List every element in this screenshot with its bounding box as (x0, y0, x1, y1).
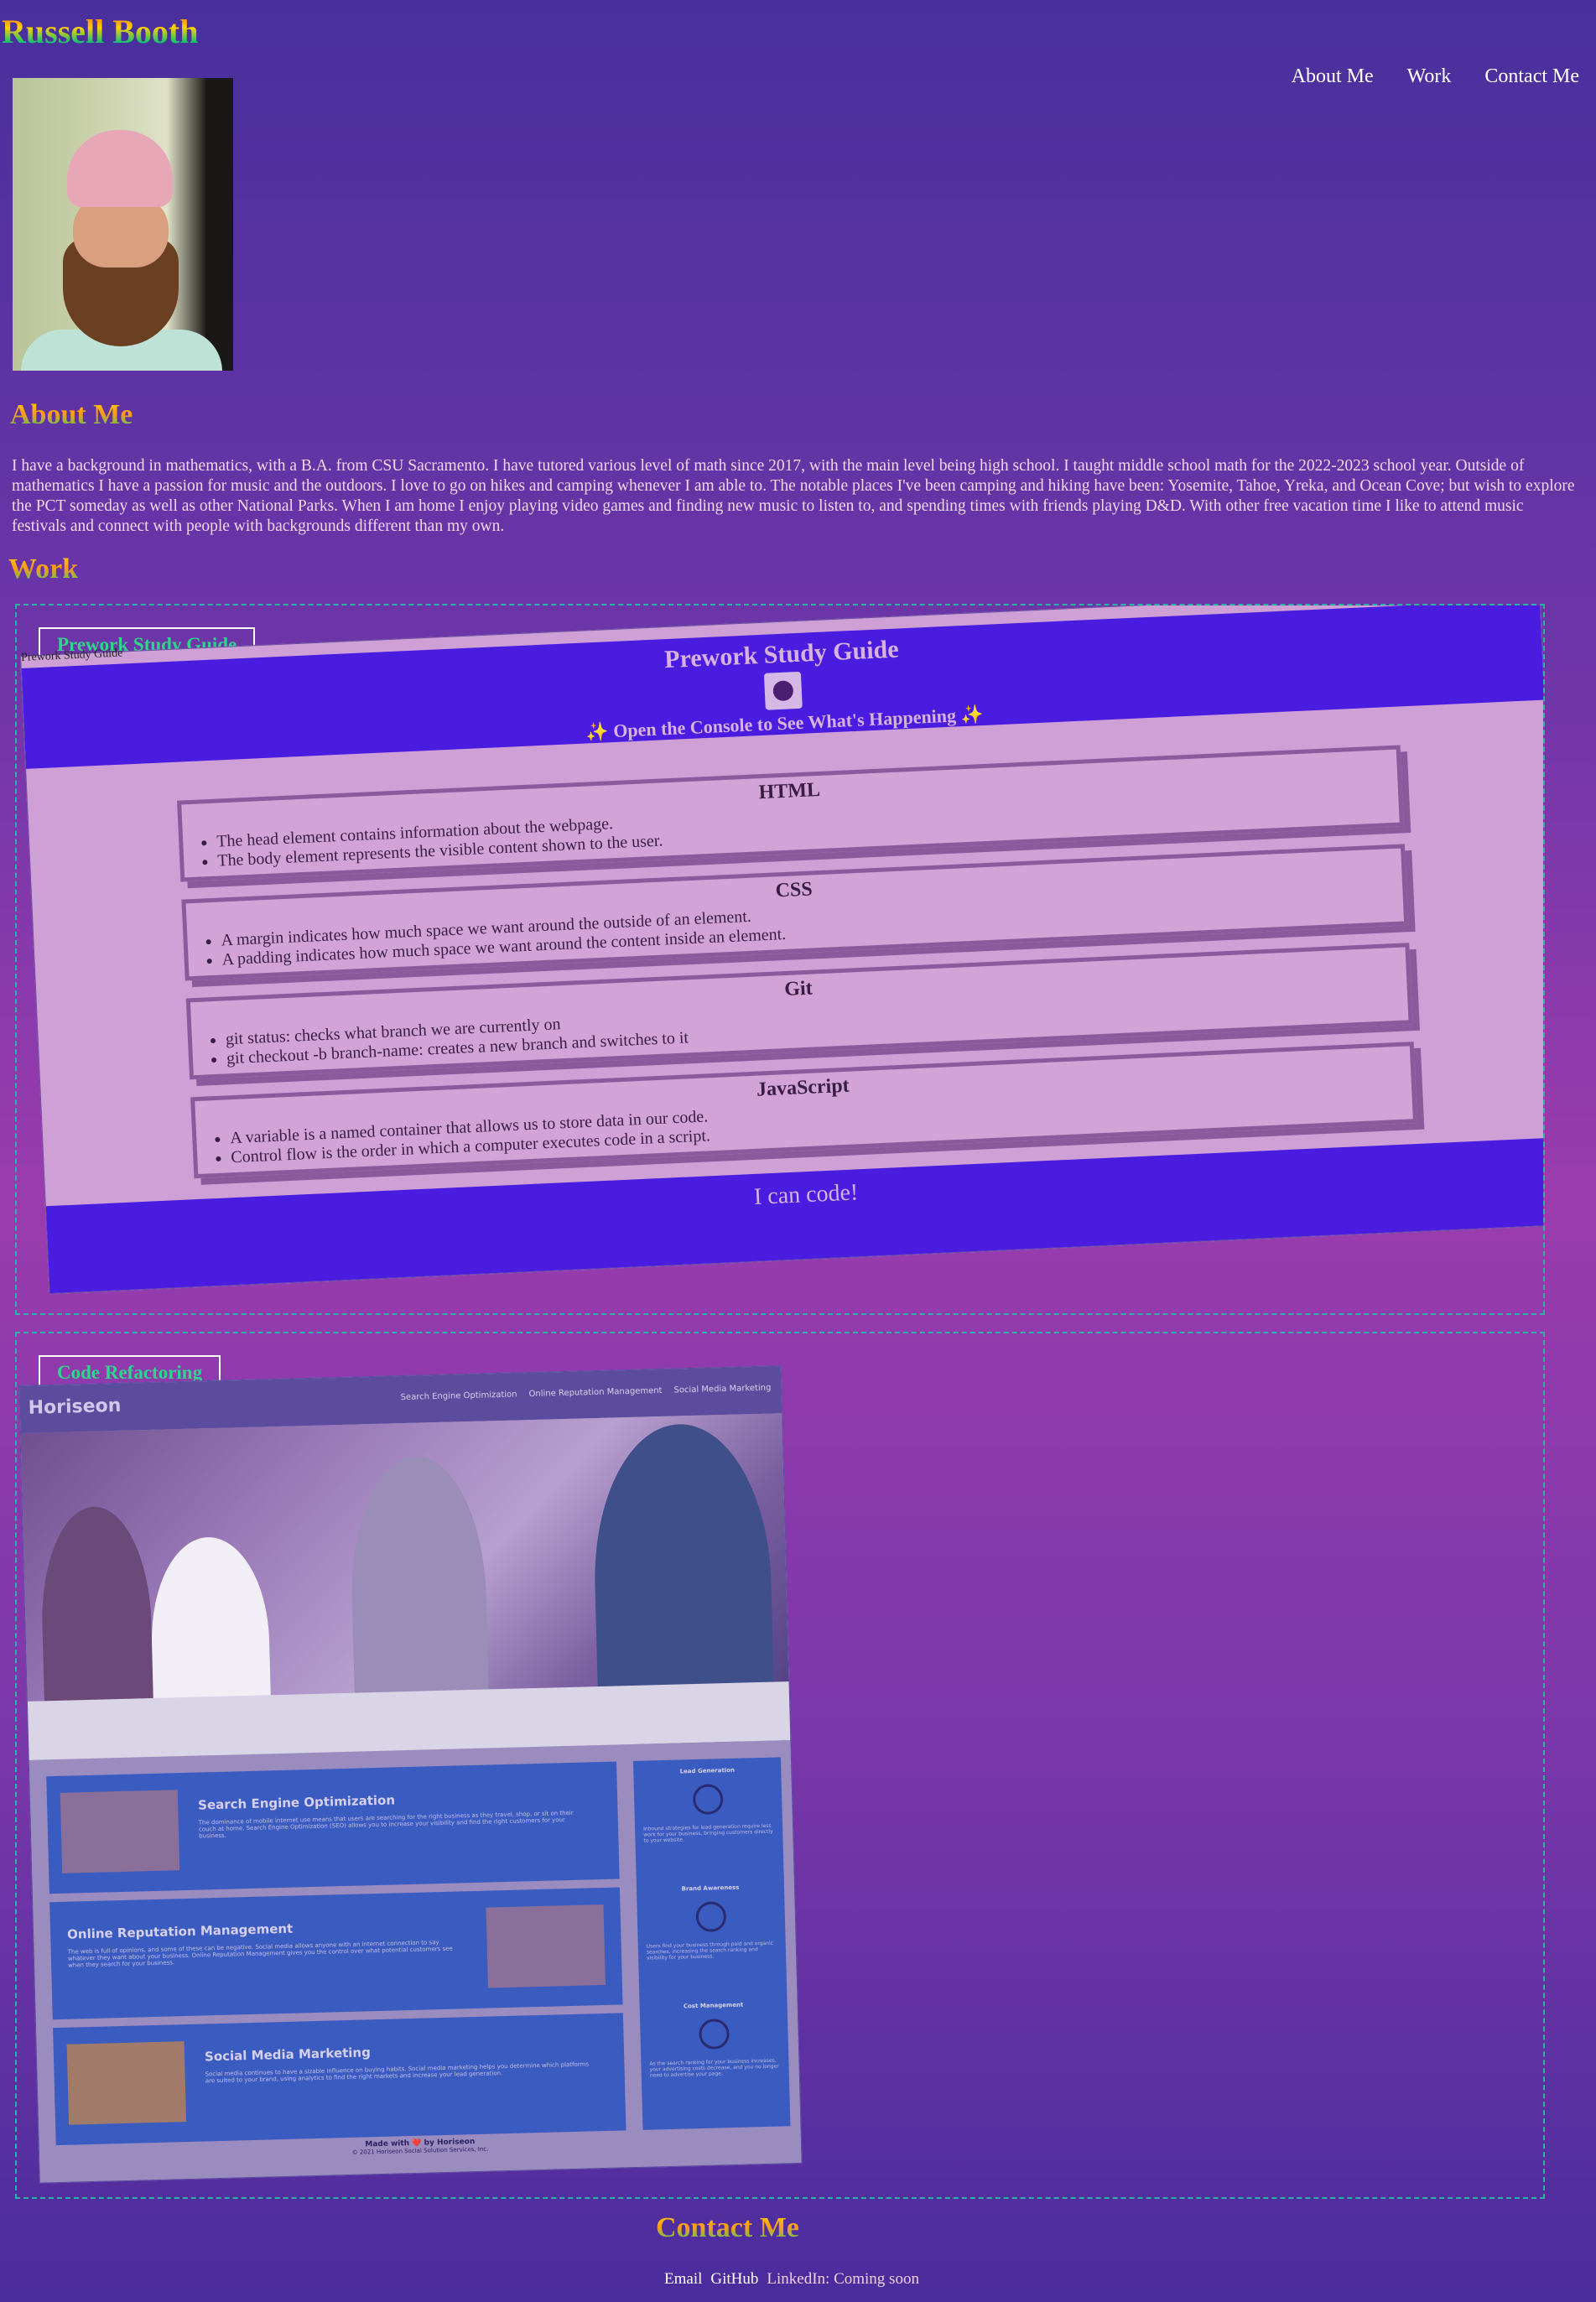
about-heading: About Me (10, 399, 133, 430)
horiseon-nav-item: Search Engine Optimization (400, 1390, 517, 1403)
service-text: Social media continues to have a sizable… (205, 2060, 590, 2085)
email-link[interactable]: Email (664, 2270, 702, 2289)
about-text: I have a background in mathematics, with… (12, 457, 1575, 535)
service-seo: Search Engine Optimization The dominance… (46, 1761, 620, 1894)
benefit-cost-management: Cost Management As the search ranking fo… (640, 2000, 789, 2079)
benefits-sidebar: Lead Generation Inbound strategies for l… (632, 1757, 791, 2130)
benefit-lead-generation: Lead Generation Inbound strategies for l… (633, 1765, 782, 1844)
photo-beanie (67, 130, 173, 207)
cat-logo-icon (763, 671, 803, 710)
service-text: The web is full of opinions, and some of… (67, 1939, 453, 1969)
contact-links: Email GitHub LinkedIn: Coming soon (664, 2270, 919, 2289)
cost-management-icon (699, 2019, 730, 2050)
horiseon-nav: Search Engine Optimization Online Reputa… (401, 1384, 772, 1403)
service-social-media: Social Media Marketing Social media cont… (53, 2013, 626, 2146)
work-heading: Work (8, 553, 79, 585)
project-card-prework: Prework Study Guide Prework Study Guide … (15, 604, 1545, 1315)
benefit-text: Users find your business through paid an… (646, 1940, 774, 1962)
service-title: Social Media Marketing (204, 2045, 372, 2065)
benefit-brand-awareness: Brand Awareness Users find your business… (637, 1883, 786, 1962)
site-title: Russell Booth (2, 13, 199, 50)
screenshot-footer-text: I can code! (753, 1179, 859, 1210)
service-title: Online Reputation Management (66, 1920, 294, 1942)
benefit-title: Lead Generation (679, 1766, 736, 1775)
project-screenshot-prework[interactable]: Prework Study Guide Prework Study Guide … (20, 605, 1543, 1295)
horiseon-nav-item: Online Reputation Management (528, 1385, 663, 1400)
benefit-text: Inbound strategies for lead generation r… (643, 1822, 773, 1844)
horiseon-logo: Horiseon (28, 1395, 122, 1419)
horiseon-nav-item: Social Media Marketing (673, 1383, 772, 1395)
benefit-title: Brand Awareness (681, 1884, 740, 1893)
service-title: Search Engine Optimization (197, 1792, 396, 1813)
service-text: The dominance of mobile internet use mea… (198, 1809, 574, 1840)
project-screenshot-horiseon[interactable]: Horiseon Search Engine Optimization Onli… (18, 1365, 803, 2184)
lead-generation-icon (692, 1784, 724, 1816)
horiseon-hero-image (20, 1413, 791, 1760)
nav-contact-link[interactable]: Contact Me (1484, 65, 1579, 88)
seo-image (60, 1790, 180, 1873)
nav-work-link[interactable]: Work (1407, 65, 1452, 88)
nav-about-link[interactable]: About Me (1292, 65, 1374, 88)
screenshot-tab-label: Prework Study Guide (20, 647, 123, 664)
main-nav: About Me Work Contact Me (1292, 65, 1579, 88)
github-link[interactable]: GitHub (710, 2270, 758, 2289)
linkedin-status: LinkedIn: Coming soon (767, 2270, 919, 2288)
social-media-image (66, 2041, 187, 2125)
contact-heading: Contact Me (656, 2212, 799, 2243)
reputation-image (486, 1904, 606, 1988)
benefit-text: As the search ranking for your business … (649, 2057, 779, 2079)
service-reputation: Online Reputation Management The web is … (49, 1887, 623, 2020)
brand-awareness-icon (695, 1901, 727, 1933)
benefit-title: Cost Management (683, 2001, 744, 2010)
project-card-refactor: Code Refactoring Horiseon Search Engine … (15, 1332, 1545, 2199)
photo-background-post (205, 78, 233, 371)
profile-photo (13, 78, 233, 371)
